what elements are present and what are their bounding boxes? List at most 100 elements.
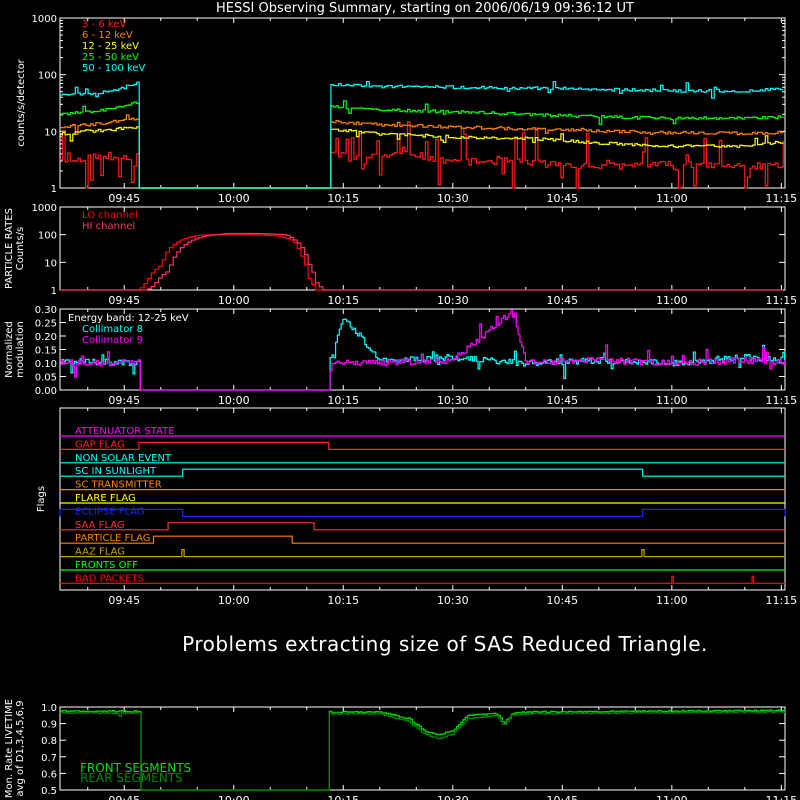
modulation-x-tick-label: 10:00 <box>218 394 250 407</box>
flags-x-tick-label: 10:45 <box>546 594 578 607</box>
particle-rates-y-label: PARTICLE RATESCounts/s <box>4 208 26 289</box>
modulation-x-tick-label: 10:15 <box>327 394 359 407</box>
count-rates-x-tick-label: 11:00 <box>656 192 688 205</box>
particle-rates-x-tick-label: 11:00 <box>656 294 688 307</box>
livetime-x-tick-label: 09:45 <box>108 794 140 800</box>
modulation-y-tick-label: 0.20 <box>35 332 57 343</box>
flag-line <box>60 468 785 477</box>
flag-line <box>60 441 785 450</box>
count-rates-legend-item: 6 - 12 keV <box>82 30 133 41</box>
flags-x-tick-label: 10:15 <box>327 594 359 607</box>
modulation-y-tick-label: 0.30 <box>35 305 57 316</box>
livetime-legend-item: REAR SEGMENTS <box>80 771 183 785</box>
livetime-y-tick-label: 0.7 <box>41 753 57 764</box>
livetime-x-tick-label: 10:15 <box>327 794 359 800</box>
modulation-y-tick-label: 0.05 <box>35 373 57 384</box>
count-rates-series-line <box>60 100 784 189</box>
count-rates-x-tick-label: 10:30 <box>437 192 469 205</box>
count-rates-x-tick-label: 10:45 <box>546 192 578 205</box>
flags-x-tick-label: 10:30 <box>437 594 469 607</box>
count-rates-legend-item: 3 - 6 keV <box>82 19 126 30</box>
flags-x-tick-label: 11:00 <box>656 594 688 607</box>
flags-panel: 09:45 10:00 10:15 10:30 10:45 11:00 11:15 Flags… <box>36 407 797 607</box>
flag-label: PARTICLE FLAG <box>75 533 151 544</box>
particle-rates-x-tick-label: 10:15 <box>327 294 359 307</box>
particle-rates-x-tick-label: 10:45 <box>546 294 578 307</box>
livetime-x-tick-label: 10:00 <box>218 794 250 800</box>
livetime-panel: 09:45 10:00 10:15 10:30 10:45 11:00 11:15 0.5 0.… <box>4 699 797 800</box>
modulation-x-tick-label: 10:45 <box>546 394 578 407</box>
particle-rates-legend-item: LO channel <box>82 210 138 221</box>
count-rates-series-line <box>60 114 784 189</box>
particle-rates-frame <box>59 206 786 291</box>
figure-title: HESSI Observing Summary, starting on 200… <box>216 1 634 16</box>
particle-rates-y-tick-label: 1 <box>51 286 57 297</box>
flag-label: ATTENUATOR STATE <box>75 426 175 437</box>
count-rates-legend-item: 25 - 50 keV <box>82 52 139 63</box>
count-rates-legend-item: 50 - 100 keV <box>82 63 146 74</box>
count-rates-y-tick-label: 10 <box>44 127 57 138</box>
modulation-y-tick-label: 0.15 <box>35 346 57 357</box>
livetime-y-tick-label: 0.9 <box>41 720 57 731</box>
modulation-legend-item: Collimator 9 <box>82 335 143 346</box>
count-rates-frame <box>59 17 786 189</box>
count-rates-x-tick-label: 11:15 <box>765 192 797 205</box>
flag-line <box>60 549 785 558</box>
modulation-legend-header: Energy band: 12-25 keV <box>68 313 189 324</box>
flags-x-tick-label: 11:15 <box>765 594 797 607</box>
flags-x-tick-label: 10:00 <box>218 594 250 607</box>
particle-rates-legend-item: HI channel <box>82 221 135 232</box>
particle-rates-series-line <box>60 232 783 291</box>
count-rates-x-tick-label: 10:15 <box>327 192 359 205</box>
count-rates-y-label: counts/s/detector <box>16 58 27 146</box>
flag-label: ECLIPSE FLAG <box>75 506 145 517</box>
modulation-panel: 09:45 10:00 10:15 10:30 10:45 11:00 11:15 0.00 0… <box>4 305 797 407</box>
flag-label: BAD PACKETS <box>75 573 144 584</box>
particle-rates-y-tick-label: 10 <box>44 258 57 269</box>
modulation-y-tick-label: 0.25 <box>35 319 57 330</box>
modulation-x-tick-label: 11:00 <box>656 394 688 407</box>
livetime-x-tick-label: 10:30 <box>437 794 469 800</box>
livetime-y-tick-label: 0.5 <box>41 786 57 797</box>
flag-line <box>60 522 785 531</box>
flag-line <box>59 508 786 517</box>
count-rates-y-tick-label: 1 <box>51 184 57 195</box>
flag-label: SC TRANSMITTER <box>75 480 162 491</box>
particle-rates-x-tick-label: 11:15 <box>765 294 797 307</box>
particle-rates-series-line <box>60 234 783 291</box>
flags-x-tick-label: 09:45 <box>108 594 140 607</box>
modulation-x-tick-label: 09:45 <box>108 394 140 407</box>
flag-label: FLARE FLAG <box>75 493 136 504</box>
particle-rates-y-tick-label: 100 <box>38 231 57 242</box>
particle-rates-y-tick-label: 1000 <box>32 203 57 214</box>
modulation-x-tick-label: 10:30 <box>437 394 469 407</box>
livetime-y-tick-label: 0.8 <box>41 736 57 747</box>
flag-line <box>60 535 785 544</box>
livetime-x-tick-label: 11:15 <box>765 794 797 800</box>
flag-label: GAP FLAG <box>75 439 125 450</box>
particle-rates-x-tick-label: 10:00 <box>218 294 250 307</box>
livetime-y-label: Mon. Rate LIVETIMEavg of D1,3,4,5,6,9 <box>4 699 26 798</box>
count-rates-y-tick-label: 1000 <box>32 14 57 25</box>
modulation-legend-item: Collimator 8 <box>82 324 143 335</box>
count-rates-x-tick-label: 10:00 <box>218 192 250 205</box>
count-rates-series-line <box>60 126 784 189</box>
observing-summary-figure: HESSI Observing Summary, starting on 200… <box>4 1 797 800</box>
flag-label: NON SOLAR EVENT <box>75 453 172 464</box>
modulation-y-tick-label: 0.10 <box>35 359 57 370</box>
flag-line <box>60 575 785 584</box>
particle-rates-x-tick-label: 09:45 <box>108 294 140 307</box>
particle-rates-panel: 09:45 10:00 10:15 10:30 10:45 11:00 11:15 1 10 10… <box>4 203 797 307</box>
sas-problem-message: Problems extracting size of SAS Reduced … <box>182 632 708 656</box>
modulation-y-label: Normalizedmodulation <box>4 321 26 378</box>
flags-y-label: Flags <box>36 486 47 512</box>
count-rates-x-tick-label: 09:45 <box>108 192 140 205</box>
livetime-x-tick-label: 11:00 <box>656 794 688 800</box>
flag-label: FRONTS OFF <box>75 560 138 571</box>
flag-label: SAA FLAG <box>75 520 125 531</box>
count-rates-y-tick-label: 100 <box>38 71 57 82</box>
flag-label: SC IN SUNLIGHT <box>75 466 157 477</box>
modulation-y-tick-label: 0.00 <box>35 386 57 397</box>
livetime-y-tick-label: 0.6 <box>41 769 57 780</box>
count-rates-panel: 09:45 10:00 10:15 10:30 10:45 11:00 11:15 1 10 10… <box>16 14 797 205</box>
